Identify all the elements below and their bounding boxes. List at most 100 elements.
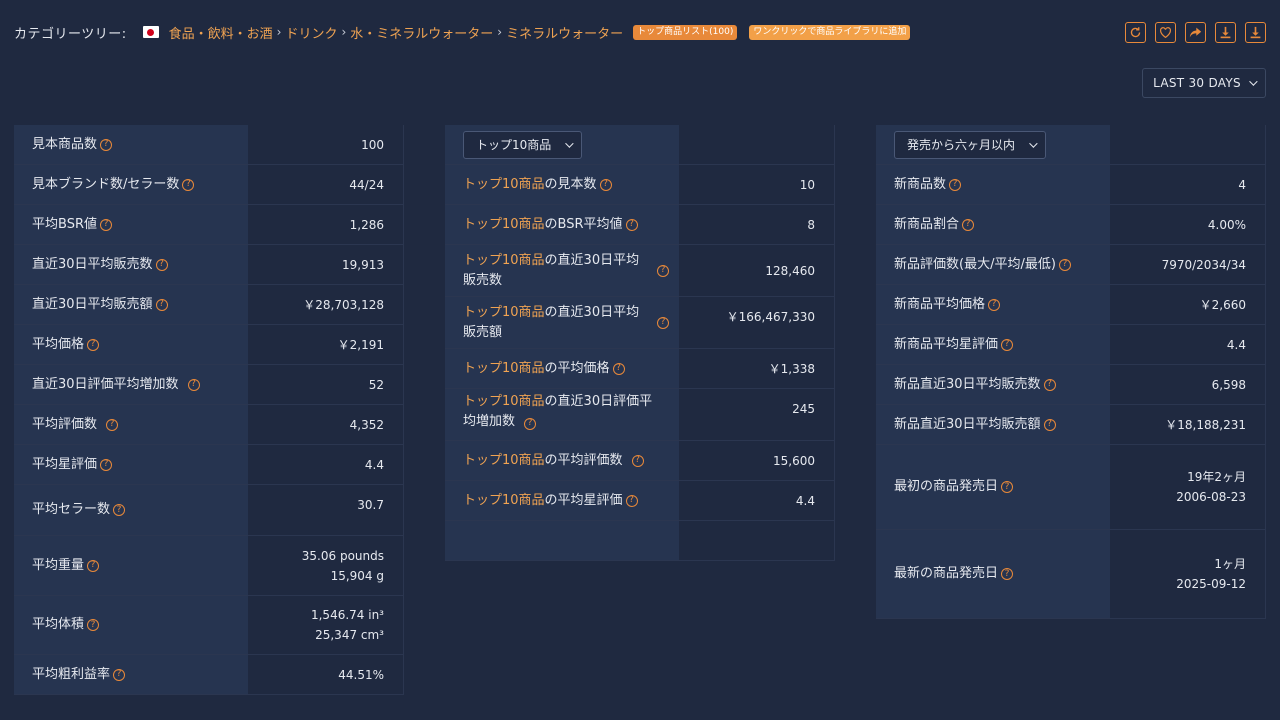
stat-label: 新商品数 xyxy=(894,176,947,192)
help-icon[interactable]: ? xyxy=(1001,481,1014,493)
top-product-list-badge[interactable]: トップ商品リスト(100) xyxy=(633,24,738,40)
help-icon[interactable]: ? xyxy=(100,138,113,151)
help-icon[interactable]: ? xyxy=(113,504,126,516)
stat-value-line: 19年2ヶ月 xyxy=(1187,470,1246,484)
stat-label: 新品直近30日平均販売額 xyxy=(894,416,1041,432)
stat-value: 4,352 xyxy=(248,405,404,444)
share-button[interactable] xyxy=(1185,22,1206,43)
stat-label: の平均星評価 xyxy=(544,492,623,508)
stat-label-prefix: トップ10商品 xyxy=(463,394,545,409)
stat-row: 平均価格? ￥2,191 xyxy=(14,325,404,365)
help-icon[interactable]: ? xyxy=(625,218,638,231)
stat-label: の平均価格 xyxy=(544,360,610,376)
add-to-library-badge[interactable]: ワンクリックで商品ライブラリに追加 xyxy=(749,24,911,40)
favorite-button[interactable] xyxy=(1155,22,1176,43)
stat-label: 平均体積 xyxy=(32,617,85,632)
stat-value: 19年2ヶ月 2006-08-23 xyxy=(1110,445,1266,529)
stat-label: 新品評価数(最大/平均/最低) xyxy=(894,256,1056,272)
help-icon[interactable]: ? xyxy=(100,458,113,471)
stat-label: 直近30日平均販売数 xyxy=(32,256,153,272)
chevron-down-icon xyxy=(565,138,574,148)
share-icon xyxy=(1189,27,1202,38)
stat-label: 見本ブランド数/セラー数 xyxy=(32,176,180,192)
toolbar xyxy=(1125,22,1266,43)
stat-label: 平均評価数 xyxy=(32,416,98,432)
help-icon[interactable]: ? xyxy=(182,178,195,191)
download-alt-icon xyxy=(1250,26,1261,39)
stat-label: 平均セラー数 xyxy=(32,502,111,517)
breadcrumb-item-food[interactable]: 食品・飲料・お酒 xyxy=(169,23,273,42)
help-icon[interactable]: ? xyxy=(988,298,1001,311)
stat-label: 新商品平均星評価 xyxy=(894,336,999,352)
download-alt-button[interactable] xyxy=(1245,22,1266,43)
help-icon[interactable]: ? xyxy=(657,264,669,277)
breadcrumb-item-water[interactable]: 水・ミネラルウォーター xyxy=(350,23,493,42)
help-icon[interactable]: ? xyxy=(1043,378,1056,391)
stat-label: 最新の商品発売日 xyxy=(894,566,999,581)
stat-value: ￥2,660 xyxy=(1110,285,1266,324)
help-icon[interactable]: ? xyxy=(612,362,625,375)
stat-label: 直近30日評価平均増加数 xyxy=(32,376,179,392)
help-icon[interactable]: ? xyxy=(962,218,975,231)
help-icon[interactable]: ? xyxy=(87,559,100,572)
stat-row: トップ10商品の直近30日評価平 均増加数? 245 xyxy=(445,389,835,441)
stat-value: ￥166,467,330 xyxy=(679,297,835,348)
date-range-select[interactable]: LAST 30 DAYS xyxy=(1142,68,1266,98)
stat-label-prefix: トップ10商品 xyxy=(463,252,545,268)
help-icon[interactable]: ? xyxy=(631,454,644,467)
stat-value: 15,600 xyxy=(679,441,835,480)
download-button[interactable] xyxy=(1215,22,1236,43)
breadcrumb-separator-icon: › xyxy=(497,25,503,39)
help-icon[interactable]: ? xyxy=(949,178,962,191)
release-period-value: 発売から六ヶ月以内 xyxy=(907,137,1016,152)
help-icon[interactable]: ? xyxy=(106,418,119,431)
stat-value-line: 15,904 g xyxy=(330,568,384,583)
stat-label: 新品直近30日平均販売数 xyxy=(894,376,1041,392)
refresh-button[interactable] xyxy=(1125,22,1146,43)
stat-value: 1,546.74 in³ 25,347 cm³ xyxy=(248,596,404,654)
help-icon[interactable]: ? xyxy=(625,494,638,507)
stat-row: 直近30日評価平均増加数? 52 xyxy=(14,365,404,405)
help-icon[interactable]: ? xyxy=(1043,418,1056,431)
stat-value-line: 1ヶ月 xyxy=(1214,557,1246,571)
help-icon[interactable]: ? xyxy=(524,417,537,430)
help-icon[interactable]: ? xyxy=(599,178,612,191)
stat-row: 新商品数? 4 xyxy=(876,165,1266,205)
breadcrumb: 食品・飲料・お酒 › ドリンク › 水・ミネラルウォーター › ミネラルウォータ… xyxy=(169,23,624,42)
stat-value: 4.4 xyxy=(1110,325,1266,364)
stat-row: 新品直近30日平均販売数? 6,598 xyxy=(876,365,1266,405)
stat-label: 平均重量 xyxy=(32,557,85,573)
select-row: トップ10商品 xyxy=(445,125,835,165)
stat-row: 平均BSR値? 1,286 xyxy=(14,205,404,245)
empty-value xyxy=(679,125,835,164)
stat-label: の平均評価数 xyxy=(544,452,623,468)
help-icon[interactable]: ? xyxy=(1058,258,1071,271)
japan-flag-icon xyxy=(142,26,159,38)
help-icon[interactable]: ? xyxy=(87,338,100,351)
heart-icon xyxy=(1160,27,1171,39)
breadcrumb-item-drink[interactable]: ドリンク xyxy=(285,23,337,42)
help-icon[interactable]: ? xyxy=(187,378,200,391)
help-icon[interactable]: ? xyxy=(1001,338,1014,351)
stat-row: トップ10商品 の平均評価数? 15,600 xyxy=(445,441,835,481)
stat-value: 100 xyxy=(248,125,404,164)
help-icon[interactable]: ? xyxy=(657,316,669,329)
stat-value-line: 35.06 pounds xyxy=(301,548,384,563)
stat-value: ￥28,703,128 xyxy=(248,285,404,324)
release-period-select[interactable]: 発売から六ヶ月以内 xyxy=(894,130,1047,159)
stat-row: 新品直近30日平均販売額? ￥18,188,231 xyxy=(876,405,1266,445)
help-icon[interactable]: ? xyxy=(99,218,112,231)
stat-value: 19,913 xyxy=(248,245,404,284)
stat-value: 128,460 xyxy=(679,245,835,296)
empty-value xyxy=(1110,125,1266,164)
stat-value: 52 xyxy=(248,365,404,404)
stat-row: 直近30日平均販売額? ￥28,703,128 xyxy=(14,285,404,325)
top10-select[interactable]: トップ10商品 xyxy=(463,130,583,159)
help-icon[interactable]: ? xyxy=(113,668,126,681)
help-icon[interactable]: ? xyxy=(155,258,168,271)
help-icon[interactable]: ? xyxy=(87,619,100,631)
stat-label: 販売額 xyxy=(463,324,503,340)
breadcrumb-item-mineral-water[interactable]: ミネラルウォーター xyxy=(506,23,623,42)
help-icon[interactable]: ? xyxy=(155,298,168,311)
help-icon[interactable]: ? xyxy=(1001,568,1014,580)
